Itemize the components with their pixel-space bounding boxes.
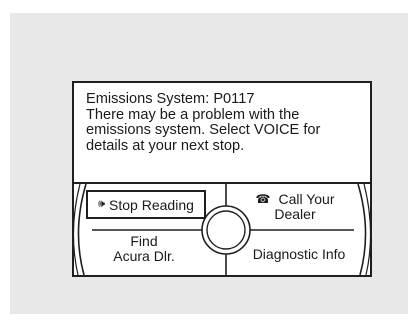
navigation-display: Emissions System: P0117 There may be a p… [72,81,372,277]
find-label-line-2: Acura Dlr. [113,248,175,264]
find-label-line-1: Find [130,233,158,249]
phone-icon: ☎ [255,192,271,206]
call-dealer-label-line-1: Call Your [278,191,335,207]
diagnostic-info-button[interactable]: Diagnostic Info [234,247,364,262]
stop-reading-label: Stop Reading [109,196,194,213]
diagnostic-info-label: Diagnostic Info [252,246,346,262]
illustration-background: Emissions System: P0117 There may be a p… [10,13,408,314]
stop-reading-button[interactable]: 🕪 Stop Reading [86,190,206,219]
call-dealer-button[interactable]: ☎ Call Your Dealer [230,192,360,222]
call-dealer-label-line-2: Dealer [274,206,316,222]
dial-left-outer-arc [77,183,87,275]
speaker-icon: 🕪 [98,198,106,210]
find-acura-dealer-button[interactable]: Find Acura Dlr. [94,234,194,264]
